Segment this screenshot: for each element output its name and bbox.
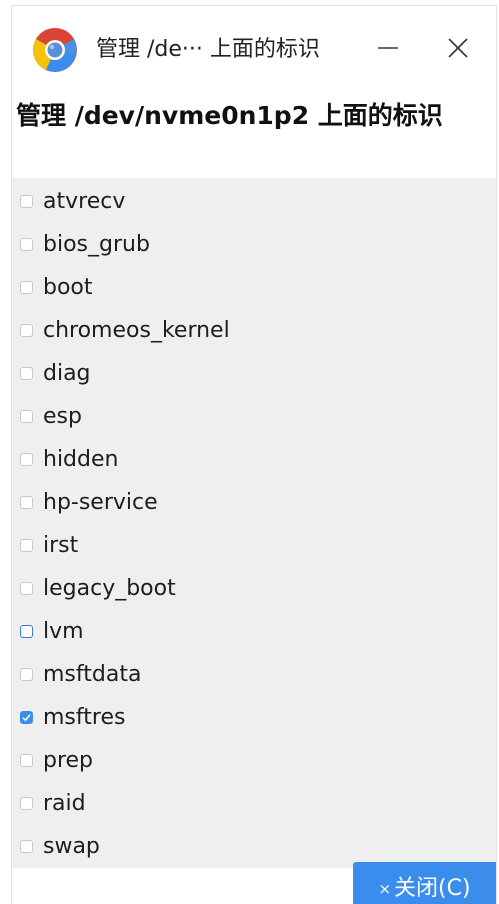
flag-checkbox[interactable] — [20, 840, 33, 853]
flag-checkbox[interactable] — [20, 238, 33, 251]
flag-checkbox[interactable] — [20, 410, 33, 423]
flag-label: boot — [43, 274, 93, 300]
flag-checkbox[interactable] — [20, 195, 33, 208]
flag-item-legacy-boot[interactable]: legacy_boot — [12, 567, 496, 610]
flag-item-prep[interactable]: prep — [12, 739, 496, 782]
app-icon — [33, 28, 77, 72]
flags-list: atvrecv bios_grubboot chromeos_kerneldiag e… — [12, 178, 496, 868]
flag-label: raid — [43, 790, 86, 816]
flag-checkbox[interactable] — [20, 711, 33, 724]
title-bar: 管理 /de··· 上面的标识 — [12, 6, 496, 84]
flag-label: chromeos_kernel — [43, 317, 230, 343]
flag-item-msftdata[interactable]: msftdata — [12, 653, 496, 696]
close-dialog-label: 关闭(C) — [394, 876, 471, 901]
flag-label: msftres — [43, 704, 126, 730]
close-dialog-button[interactable]: × 关闭(C) — [353, 862, 496, 904]
minimize-icon — [378, 47, 398, 49]
flag-label: legacy_boot — [43, 575, 176, 601]
flag-item-bios-grub[interactable]: bios_grub — [12, 223, 496, 266]
close-window-button[interactable] — [440, 30, 476, 66]
flag-item-atvrecv[interactable]: atvrecv — [12, 180, 496, 223]
flag-checkbox[interactable] — [20, 539, 33, 552]
flag-checkbox[interactable] — [20, 754, 33, 767]
flag-item-hidden[interactable]: hidden — [12, 438, 496, 481]
flag-item-msftres[interactable]: msftres — [12, 696, 496, 739]
flag-label: hp-service — [43, 489, 158, 515]
dialog-window: 管理 /de··· 上面的标识 管理 /dev/nvme0n1p2 上面的标识 … — [12, 6, 496, 904]
checkmark-icon — [22, 714, 31, 722]
flag-item-lvm[interactable]: lvm — [12, 610, 496, 653]
flag-item-irst[interactable]: irst — [12, 524, 496, 567]
dialog-heading: 管理 /dev/nvme0n1p2 上面的标识 — [16, 101, 443, 130]
flag-item-raid[interactable]: raid — [12, 782, 496, 825]
flag-checkbox[interactable] — [20, 496, 33, 509]
flag-checkbox[interactable] — [20, 582, 33, 595]
flag-label: irst — [43, 532, 79, 558]
flag-label: lvm — [43, 618, 84, 644]
flag-label: bios_grub — [43, 231, 150, 257]
flag-checkbox[interactable] — [20, 324, 33, 337]
flag-item-hp-service[interactable]: hp-service — [12, 481, 496, 524]
flag-label: hidden — [43, 446, 119, 472]
flag-checkbox[interactable] — [20, 668, 33, 681]
minimize-button[interactable] — [370, 30, 406, 66]
flag-checkbox[interactable] — [20, 367, 33, 380]
window-title: 管理 /de··· 上面的标识 — [96, 37, 320, 62]
close-small-icon: × — [378, 880, 392, 898]
flag-checkbox[interactable] — [20, 281, 33, 294]
flag-label: msftdata — [43, 661, 142, 687]
flag-label: diag — [43, 360, 91, 386]
flag-item-chromeos-kernel[interactable]: chromeos_kernel — [12, 309, 496, 352]
flag-item-boot[interactable]: boot — [12, 266, 496, 309]
flag-label: swap — [43, 833, 100, 859]
flag-checkbox[interactable] — [20, 453, 33, 466]
flag-label: prep — [43, 747, 94, 773]
close-icon — [448, 38, 468, 58]
flag-item-diag[interactable]: diag — [12, 352, 496, 395]
flag-label: atvrecv — [43, 188, 126, 214]
flag-checkbox[interactable] — [20, 797, 33, 810]
flag-item-esp[interactable]: esp — [12, 395, 496, 438]
flag-checkbox[interactable] — [20, 625, 33, 638]
flag-label: esp — [43, 403, 82, 429]
